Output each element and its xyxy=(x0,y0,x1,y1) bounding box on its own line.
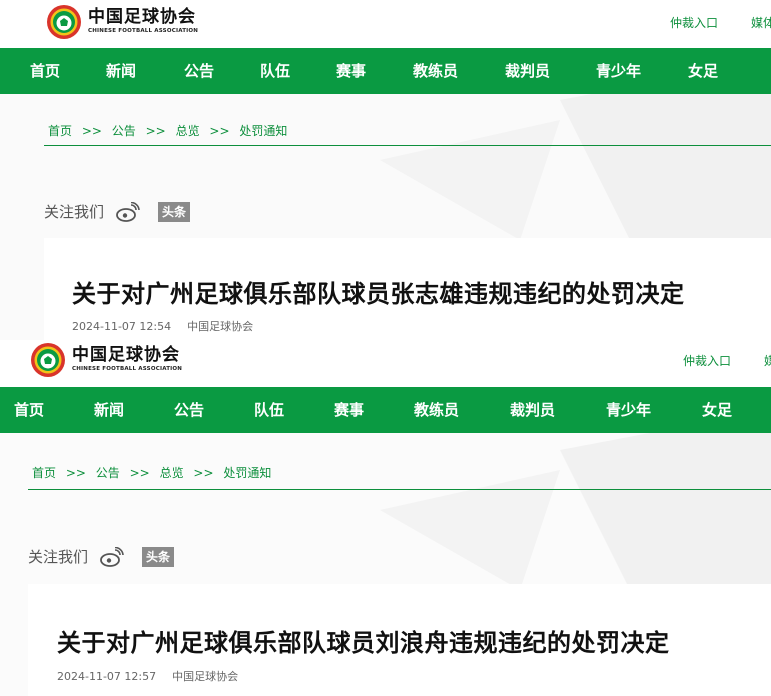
breadcrumb-home[interactable]: 首页 xyxy=(32,466,56,480)
follow-label: 关注我们 xyxy=(44,203,105,221)
breadcrumb-separator: >> xyxy=(209,124,230,138)
arbitration-link[interactable]: 仲裁入口 xyxy=(670,14,718,31)
media-link[interactable]: 媒体 xyxy=(751,14,771,31)
nav-item-news[interactable]: 新闻 xyxy=(94,387,124,433)
breadcrumb-home[interactable]: 首页 xyxy=(48,124,72,138)
breadcrumb-penalty[interactable]: 处罚通知 xyxy=(239,124,287,138)
cfa-emblem-icon xyxy=(31,343,65,377)
breadcrumb: 首页 >> 公告 >> 总览 >> 处罚通知 xyxy=(48,122,293,139)
follow-label: 关注我们 xyxy=(28,548,89,566)
nav-item-youth[interactable]: 青少年 xyxy=(606,387,651,433)
nav-item-home[interactable]: 首页 xyxy=(14,387,44,433)
nav-item-women[interactable]: 女足 xyxy=(702,387,732,433)
nav-item-youth[interactable]: 青少年 xyxy=(596,48,641,94)
breadcrumb-divider xyxy=(44,145,771,146)
nav-item-matches[interactable]: 赛事 xyxy=(334,387,364,433)
screenshot-frame-2: 中国足球协会 CHINESE FOOTBALL ASSOCIATION 仲裁入口… xyxy=(0,340,771,696)
toutiao-icon[interactable]: 头条 xyxy=(142,546,175,567)
nav-item-matches[interactable]: 赛事 xyxy=(336,48,366,94)
publish-date: 2024-11-07 12:57 xyxy=(57,670,157,683)
breadcrumb-divider xyxy=(28,489,771,490)
article-title: 关于对广州足球俱乐部队球员张志雄违规违纪的处罚决定 xyxy=(72,280,685,308)
publish-date: 2024-11-07 12:54 xyxy=(72,320,172,333)
nav-item-teams[interactable]: 队伍 xyxy=(260,48,290,94)
media-link[interactable]: 媒体 xyxy=(764,352,771,369)
nav-item-coaches[interactable]: 教练员 xyxy=(413,48,458,94)
toutiao-icon[interactable]: 头条 xyxy=(158,201,191,222)
breadcrumb-separator: >> xyxy=(81,124,102,138)
brand-name-en: CHINESE FOOTBALL ASSOCIATION xyxy=(72,366,183,373)
main-nav: 首页 新闻 公告 队伍 赛事 教练员 裁判员 青少年 女足 xyxy=(0,387,771,433)
breadcrumb-overview[interactable]: 总览 xyxy=(176,124,200,138)
article-meta: 2024-11-07 12:54 中国足球协会 xyxy=(72,318,253,334)
nav-item-women[interactable]: 女足 xyxy=(688,48,718,94)
breadcrumb-separator: >> xyxy=(65,466,86,480)
breadcrumb-notices[interactable]: 公告 xyxy=(112,124,136,138)
weibo-icon[interactable] xyxy=(116,201,140,222)
cfa-logo[interactable]: 中国足球协会 CHINESE FOOTBALL ASSOCIATION xyxy=(30,342,182,378)
follow-us: 关注我们 头条 xyxy=(44,201,191,222)
nav-item-coaches[interactable]: 教练员 xyxy=(414,387,459,433)
cfa-emblem-icon xyxy=(47,5,81,39)
nav-item-teams[interactable]: 队伍 xyxy=(254,387,284,433)
screenshot-frame-1: 中国足球协会 CHINESE FOOTBALL ASSOCIATION 仲裁入口… xyxy=(0,0,771,340)
breadcrumb-overview[interactable]: 总览 xyxy=(160,466,184,480)
nav-item-notices[interactable]: 公告 xyxy=(184,48,214,94)
nav-item-referees[interactable]: 裁判员 xyxy=(510,387,555,433)
nav-item-notices[interactable]: 公告 xyxy=(174,387,204,433)
site-header: 中国足球协会 CHINESE FOOTBALL ASSOCIATION 仲裁入口… xyxy=(0,340,771,388)
breadcrumb-separator: >> xyxy=(145,124,166,138)
brand-name-cn: 中国足球协会 xyxy=(72,345,180,366)
article-meta: 2024-11-07 12:57 中国足球协会 xyxy=(57,668,238,684)
breadcrumb-penalty[interactable]: 处罚通知 xyxy=(223,466,271,480)
breadcrumb: 首页 >> 公告 >> 总览 >> 处罚通知 xyxy=(32,464,277,481)
main-nav: 首页 新闻 公告 队伍 赛事 教练员 裁判员 青少年 女足 xyxy=(0,48,771,94)
breadcrumb-notices[interactable]: 公告 xyxy=(96,466,120,480)
weibo-icon[interactable] xyxy=(100,546,124,567)
brand-name-en: CHINESE FOOTBALL ASSOCIATION xyxy=(88,28,199,35)
article-source: 中国足球协会 xyxy=(172,670,239,683)
article-source: 中国足球协会 xyxy=(187,320,254,333)
site-header: 中国足球协会 CHINESE FOOTBALL ASSOCIATION 仲裁入口… xyxy=(0,0,771,48)
breadcrumb-separator: >> xyxy=(193,466,214,480)
nav-item-referees[interactable]: 裁判员 xyxy=(505,48,550,94)
nav-item-news[interactable]: 新闻 xyxy=(106,48,136,94)
arbitration-link[interactable]: 仲裁入口 xyxy=(683,352,731,369)
breadcrumb-separator: >> xyxy=(129,466,150,480)
article-title: 关于对广州足球俱乐部队球员刘浪舟违规违纪的处罚决定 xyxy=(57,629,670,657)
follow-us: 关注我们 头条 xyxy=(28,546,175,567)
nav-item-home[interactable]: 首页 xyxy=(30,48,60,94)
cfa-logo[interactable]: 中国足球协会 CHINESE FOOTBALL ASSOCIATION xyxy=(46,4,198,40)
brand-name-cn: 中国足球协会 xyxy=(88,7,196,28)
